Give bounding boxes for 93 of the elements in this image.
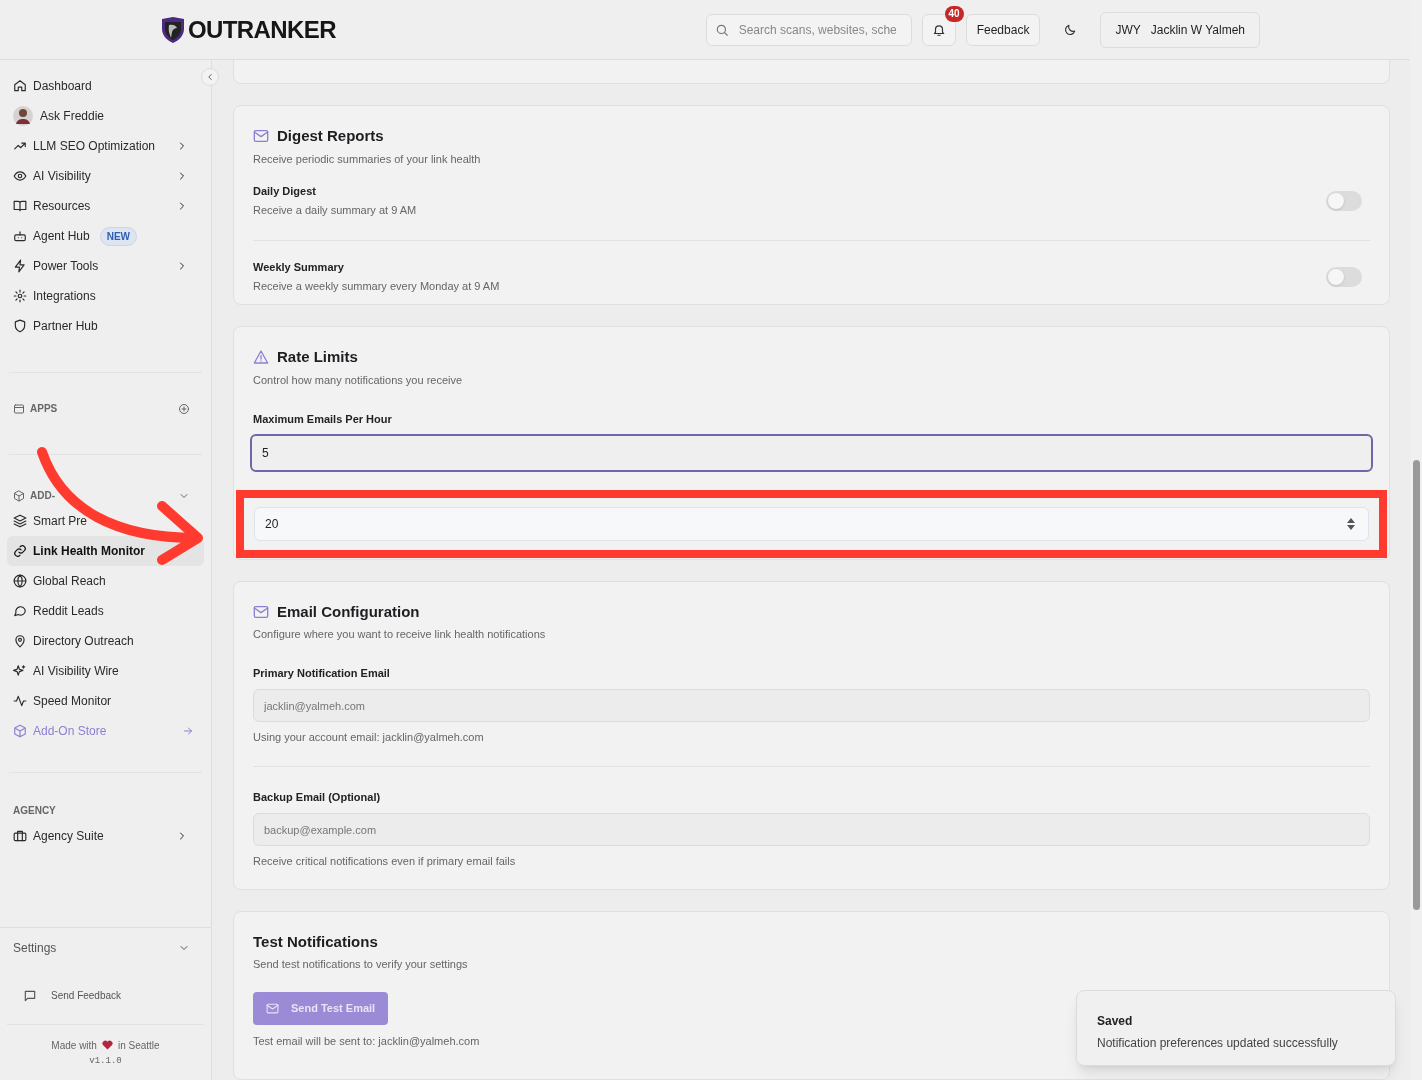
message-icon: [23, 988, 37, 1003]
nav-item[interactable]: Smart Pre: [33, 512, 87, 530]
section-heading: APPS: [30, 402, 58, 416]
field-help-text: Using your account email: jacklin@yalmeh.com: [253, 730, 484, 745]
field-label: Primary Notification Email: [253, 665, 390, 681]
field-label: Backup Email (Optional): [253, 789, 381, 805]
number-field[interactable]: 20: [254, 506, 1369, 541]
chevron-left-icon: [205, 72, 215, 82]
nav-item[interactable]: Resources: [33, 197, 91, 215]
nav-item[interactable]: Global Reach: [33, 572, 106, 590]
nav-item[interactable]: Dashboard: [33, 77, 92, 95]
toast-title: Saved: [1097, 1013, 1133, 1030]
globe-icon: [13, 574, 27, 588]
section-title: Email Configuration: [277, 601, 420, 622]
section-title: Test Notifications: [253, 931, 378, 952]
new-badge: NEW: [99, 226, 138, 246]
layers-icon: [13, 514, 27, 528]
lightning-icon: [13, 259, 27, 273]
logo-text: OUTRANKER: [188, 14, 336, 45]
heart-icon: [101, 1040, 113, 1050]
location-pin-icon: [13, 634, 27, 648]
cube-icon: [13, 489, 25, 502]
mail-icon: [266, 1001, 279, 1015]
eagle-logo-icon: [160, 15, 186, 44]
settings-toggle[interactable]: Settings: [13, 938, 57, 957]
gear-icon: [13, 289, 27, 303]
send-feedback-link[interactable]: Send Feedback: [51, 988, 122, 1003]
sparkle-icon: [13, 664, 27, 678]
plus-circle-icon: [178, 402, 190, 415]
toggle-switch[interactable]: [1326, 266, 1362, 287]
feedback-button[interactable]: Feedback: [965, 13, 1041, 46]
nav-item[interactable]: Agency Suite: [33, 827, 104, 845]
setting-label: Daily Digest: [253, 184, 316, 199]
eye-icon: [13, 169, 27, 183]
section-description: Control how many notifications you receive: [253, 372, 463, 388]
section-description: Receive periodic summaries of your link health: [253, 151, 481, 167]
shield-icon: [13, 319, 27, 333]
note-text: Test email will be sent to: jacklin@yalmeh.com: [253, 1033, 480, 1049]
nav-item[interactable]: Partner Hub: [33, 317, 98, 335]
nav-item[interactable]: AI Visibility: [33, 167, 91, 185]
nav-item[interactable]: Reddit Leads: [33, 602, 104, 620]
book-icon: [13, 199, 27, 213]
trend-icon: [13, 139, 27, 153]
version-text: v1.1.0: [89, 1054, 122, 1068]
user-name: Jacklin W Yalmeh: [1150, 21, 1245, 39]
collapse-sidebar-button[interactable]: [201, 68, 219, 86]
setting-label: Weekly Summary: [253, 260, 344, 275]
mail-icon: [253, 128, 269, 145]
section-description: Send test notifications to verify your settings: [253, 957, 468, 972]
nav-item[interactable]: Power Tools: [33, 257, 99, 275]
spinner-arrows-icon[interactable]: [1347, 517, 1355, 530]
section-heading: ADD-: [30, 489, 55, 503]
toast-message: Notification preferences updated successfully: [1097, 1035, 1338, 1052]
user-initials: JWY: [1115, 21, 1141, 39]
toggle-switch[interactable]: [1326, 190, 1362, 211]
footer-text: in Seattle: [117, 1038, 160, 1053]
section-title: Rate Limits: [277, 347, 358, 367]
avatar-icon: [13, 106, 33, 126]
section-title: Digest Reports: [277, 126, 384, 146]
notification-count-badge: 40: [944, 5, 964, 22]
nav-item[interactable]: Agent Hub: [33, 227, 90, 245]
user-menu-button[interactable]: JWY Jacklin W Yalmeh: [1100, 11, 1260, 48]
nav-item[interactable]: LLM SEO Optimization: [33, 137, 156, 155]
window-icon: [13, 402, 25, 415]
briefcase-icon: [13, 829, 27, 843]
email-field[interactable]: jacklin@yalmeh.com: [253, 689, 1370, 722]
search-icon: [714, 22, 729, 37]
field-help-text: Receive critical notifications even if primary email fails: [253, 854, 516, 869]
link-icon: [13, 544, 27, 558]
nav-item[interactable]: AI Visibility Wire: [33, 662, 119, 680]
section-description: Configure where you want to receive link health notifications: [253, 627, 546, 642]
setting-description: Receive a weekly summary every Monday at 9 AM: [253, 278, 500, 294]
email-field[interactable]: backup@example.com: [253, 813, 1370, 846]
home-icon: [13, 79, 27, 93]
moon-icon: [1063, 22, 1078, 37]
cube-icon: [13, 724, 27, 738]
robot-icon: [13, 229, 27, 243]
footer-text: Made with: [51, 1038, 97, 1053]
nav-item[interactable]: Directory Outreach: [33, 632, 134, 650]
chat-bubble-icon: [13, 604, 27, 618]
number-field[interactable]: 5: [250, 433, 1373, 472]
field-label: Maximum Emails Per Hour: [253, 412, 392, 427]
nav-item[interactable]: Ask Freddie: [40, 107, 105, 125]
arrow-right-icon: [182, 725, 194, 737]
mail-icon: [253, 603, 269, 620]
nav-item[interactable]: Speed Monitor: [33, 692, 112, 710]
warning-icon: [253, 349, 269, 366]
nav-item[interactable]: Integrations: [33, 287, 96, 305]
section-heading: AGENCY: [12, 804, 57, 818]
bell-icon: [931, 22, 946, 37]
setting-description: Receive a daily summary at 9 AM: [253, 202, 417, 218]
search-field[interactable]: Search scans, websites, sche: [705, 13, 912, 46]
pulse-icon: [13, 694, 27, 708]
